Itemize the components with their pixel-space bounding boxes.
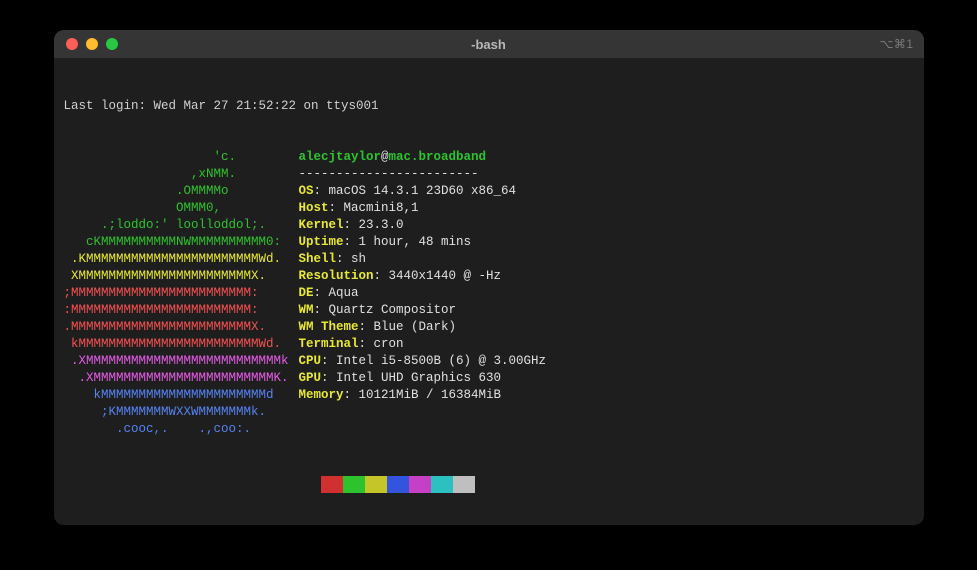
color-swatch [409,476,431,493]
minimize-button[interactable] [86,38,98,50]
terminal-window: -bash ⌥⌘1 Last login: Wed Mar 27 21:52:2… [54,30,924,525]
window-title: -bash [471,37,506,52]
close-button[interactable] [66,38,78,50]
traffic-lights [54,38,118,50]
color-swatch [321,476,343,493]
color-swatch [387,476,409,493]
neofetch-output: 'c.alecjtaylor@mac.broadband ,xNMM.-----… [64,149,914,438]
maximize-button[interactable] [106,38,118,50]
color-swatch [453,476,475,493]
color-swatch [365,476,387,493]
color-swatch [431,476,453,493]
terminal-body[interactable]: Last login: Wed Mar 27 21:52:22 on ttys0… [54,58,924,525]
color-swatch [299,476,321,493]
last-login-line: Last login: Wed Mar 27 21:52:22 on ttys0… [64,98,914,115]
titlebar-shortcut-indicator: ⌥⌘1 [879,37,913,51]
titlebar: -bash ⌥⌘1 [54,30,924,58]
color-palette-row-1 [299,476,914,493]
color-swatch [343,476,365,493]
